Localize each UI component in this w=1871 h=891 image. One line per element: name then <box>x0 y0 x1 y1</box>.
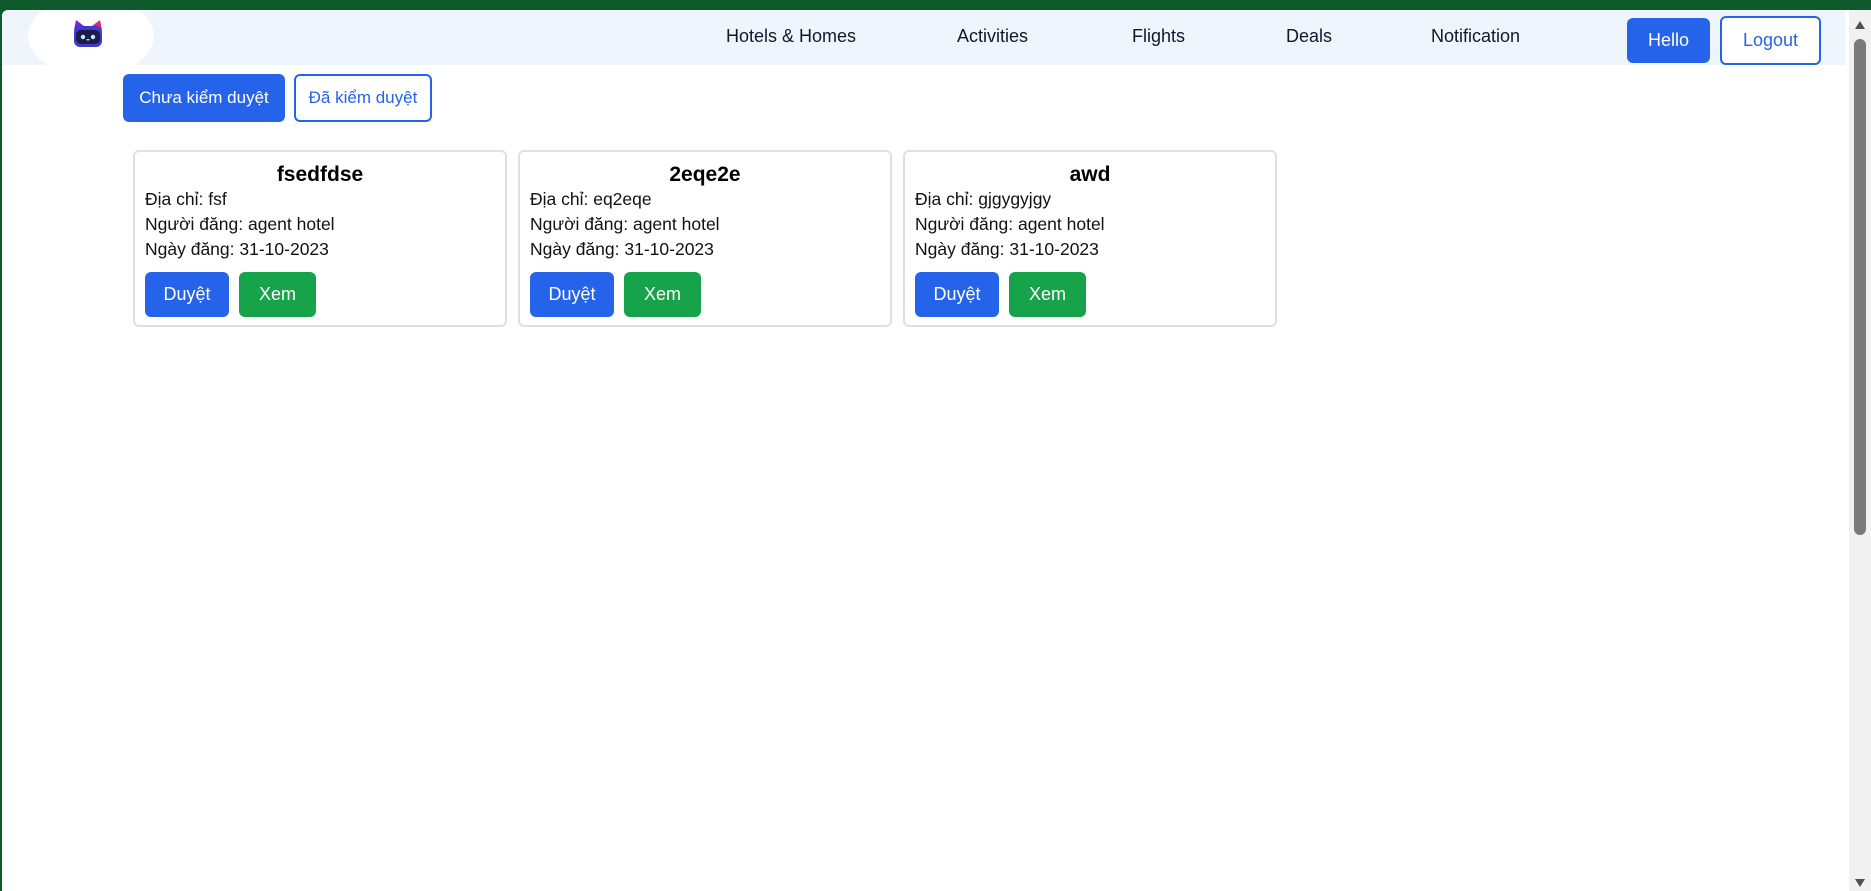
card-address: Địa chỉ: fsf <box>145 189 227 209</box>
arrow-up-icon[interactable] <box>1855 21 1865 29</box>
card-poster: Người đăng: agent hotel <box>530 214 720 234</box>
card-title: 2eqe2e <box>669 163 741 186</box>
listing-card: awd Địa chỉ: gjgygyjgy Người đăng: agent… <box>903 150 1277 327</box>
approve-button[interactable]: Duyệt <box>530 272 614 317</box>
card-date: Ngày đăng: 31-10-2023 <box>145 239 329 259</box>
card-poster: Người đăng: agent hotel <box>915 214 1105 234</box>
card-address: Địa chỉ: eq2eqe <box>530 189 652 209</box>
listing-card: 2eqe2e Địa chỉ: eq2eqe Người đăng: agent… <box>518 150 892 327</box>
cat-logo-icon <box>74 20 102 47</box>
scrollbar-thumb[interactable] <box>1854 39 1866 535</box>
listing-card: fsedfdse Địa chỉ: fsf Người đăng: agent … <box>133 150 507 327</box>
nav-notification[interactable]: Notification <box>1431 26 1520 47</box>
top-navbar: Hotels & Homes Activities Flights Deals … <box>2 10 1845 76</box>
view-button[interactable]: Xem <box>239 272 316 317</box>
tab-unreviewed[interactable]: Chưa kiểm duyệt <box>123 74 285 122</box>
approve-button[interactable]: Duyệt <box>915 272 999 317</box>
logout-button[interactable]: Logout <box>1720 16 1821 65</box>
logo-container[interactable] <box>28 10 154 76</box>
nav-flights[interactable]: Flights <box>1132 26 1185 47</box>
card-address: Địa chỉ: gjgygyjgy <box>915 189 1052 209</box>
view-button[interactable]: Xem <box>624 272 701 317</box>
card-title: fsedfdse <box>276 163 364 186</box>
card-title: awd <box>1069 163 1111 186</box>
tab-reviewed[interactable]: Đã kiểm duyệt <box>294 74 432 122</box>
browser-window: Hotels & Homes Activities Flights Deals … <box>2 10 1869 891</box>
view-button[interactable]: Xem <box>1009 272 1086 317</box>
approve-button[interactable]: Duyệt <box>145 272 229 317</box>
nav-activities[interactable]: Activities <box>957 26 1028 47</box>
nav-deals[interactable]: Deals <box>1286 26 1332 47</box>
card-date: Ngày đăng: 31-10-2023 <box>915 239 1099 259</box>
card-poster: Người đăng: agent hotel <box>145 214 335 234</box>
vertical-scrollbar[interactable] <box>1849 10 1871 891</box>
hello-button[interactable]: Hello <box>1627 18 1710 63</box>
nav-hotels-homes[interactable]: Hotels & Homes <box>726 26 856 47</box>
arrow-down-icon[interactable] <box>1855 879 1865 887</box>
card-date: Ngày đăng: 31-10-2023 <box>530 239 714 259</box>
